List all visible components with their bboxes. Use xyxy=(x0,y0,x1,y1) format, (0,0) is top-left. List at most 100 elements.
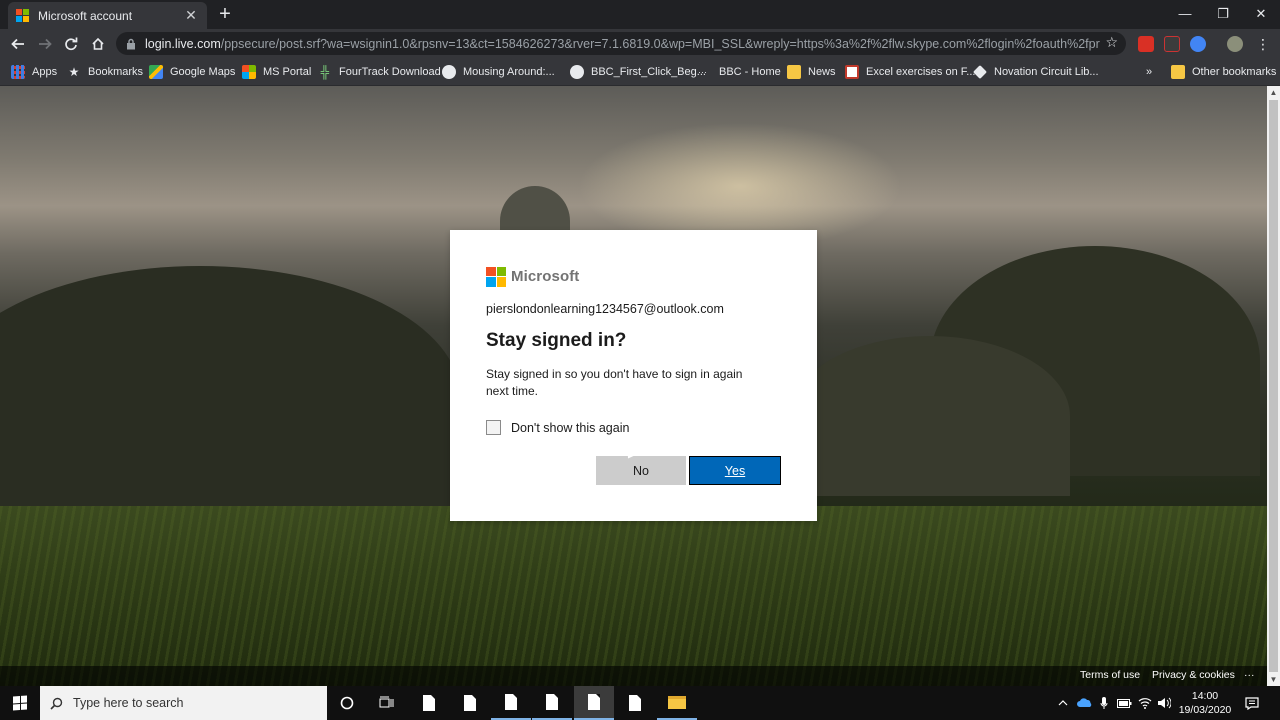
tab-close-icon[interactable]: ✕ xyxy=(183,7,199,24)
footer-more-icon[interactable]: ··· xyxy=(1244,669,1255,681)
no-button[interactable]: No xyxy=(596,456,686,485)
pdf-extension-icon[interactable] xyxy=(1164,36,1180,52)
new-tab-button[interactable]: + xyxy=(214,3,236,25)
microsoft-logo-icon xyxy=(16,8,30,23)
dialog-title: Stay signed in? xyxy=(486,330,627,351)
folder-icon xyxy=(668,695,686,709)
onedrive-icon[interactable] xyxy=(1077,686,1093,720)
battery-icon[interactable] xyxy=(1117,686,1132,720)
stay-signed-in-dialog: Microsoft pierslondonlearning1234567@out… xyxy=(450,230,817,521)
brand-name: Microsoft xyxy=(511,268,580,285)
forward-button[interactable] xyxy=(34,33,56,55)
volume-icon[interactable] xyxy=(1157,686,1171,720)
reload-icon xyxy=(65,37,78,51)
document-icon xyxy=(423,695,435,711)
scrollbar-thumb[interactable] xyxy=(1269,100,1278,672)
document-icon xyxy=(464,695,476,711)
zoom-extension-icon[interactable] xyxy=(1190,36,1206,52)
dont-show-again-checkbox[interactable] xyxy=(486,420,501,435)
page-scrollbar[interactable]: ▲ ▼ xyxy=(1267,86,1280,686)
excel-site-icon xyxy=(845,64,859,79)
bookmark-apps[interactable]: Apps xyxy=(11,58,57,85)
globe-icon xyxy=(570,64,584,79)
task-view-button[interactable] xyxy=(367,686,407,720)
wifi-icon[interactable] xyxy=(1138,686,1152,720)
document-icon xyxy=(546,694,558,710)
back-button[interactable] xyxy=(7,33,29,55)
privacy-cookies-link[interactable]: Privacy & cookies xyxy=(1152,669,1235,681)
taskbar-app-document-6[interactable] xyxy=(615,686,655,720)
page-footer: Terms of use Privacy & cookies ··· xyxy=(0,666,1267,686)
taskbar-app-document-5-active[interactable] xyxy=(574,686,614,720)
profile-avatar[interactable] xyxy=(1227,36,1243,52)
clock-time: 14:00 xyxy=(1191,690,1219,702)
url-path: /ppsecure/post.srf?wa=wsignin1.0&rpsnv=1… xyxy=(220,36,1100,51)
clock-date: 19/03/2020 xyxy=(1178,704,1232,716)
taskbar-file-explorer[interactable] xyxy=(657,686,697,720)
search-placeholder: Type here to search xyxy=(73,696,184,710)
bookmark-novation-circuit[interactable]: Novation Circuit Lib... xyxy=(973,58,1099,85)
screen: Microsoft account ✕ + — ❐ ✕ login.live.c… xyxy=(0,0,1280,720)
url-text: login.live.com/ppsecure/post.srf?wa=wsig… xyxy=(145,37,1100,51)
taskbar-search-box[interactable]: Type here to search xyxy=(40,686,327,720)
show-hidden-icons-button[interactable] xyxy=(1058,686,1072,720)
dialog-buttons: No Yes xyxy=(596,456,781,485)
windows-taskbar: Type here to search 14:00 19/03/2020 xyxy=(0,686,1280,720)
scroll-up-arrow-icon[interactable]: ▲ xyxy=(1267,86,1280,99)
cortana-button[interactable] xyxy=(327,686,367,720)
globe-icon xyxy=(442,64,456,79)
bookmark-bookmarks[interactable]: ★ Bookmarks xyxy=(67,58,143,85)
document-icon xyxy=(588,694,600,710)
folder-icon xyxy=(787,64,801,79)
bookmarks-bar: Apps ★ Bookmarks Google Maps MS Portal ╬ F… xyxy=(0,58,1280,86)
back-arrow-icon xyxy=(11,38,24,50)
yes-button[interactable]: Yes xyxy=(689,456,781,485)
document-icon xyxy=(629,695,641,711)
browser-toolbar: login.live.com/ppsecure/post.srf?wa=wsig… xyxy=(0,29,1280,58)
bookmark-ms-portal[interactable]: MS Portal xyxy=(242,58,311,85)
tab-microsoft-account[interactable]: Microsoft account ✕ xyxy=(8,2,207,29)
browser-menu-icon[interactable]: ⋮ xyxy=(1252,33,1274,55)
maximize-button[interactable]: ❐ xyxy=(1204,0,1242,29)
address-bar[interactable]: login.live.com/ppsecure/post.srf?wa=wsig… xyxy=(116,32,1126,55)
start-button[interactable] xyxy=(0,686,40,720)
bookmark-news[interactable]: News xyxy=(787,58,836,85)
bookmark-fourtrack-download[interactable]: ╬ FourTrack Download xyxy=(318,58,441,85)
taskbar-app-document-4[interactable] xyxy=(532,686,572,720)
dont-show-again-option[interactable]: Don't show this again xyxy=(486,420,781,435)
home-button[interactable] xyxy=(87,33,109,55)
microphone-icon[interactable] xyxy=(1100,686,1108,720)
bookmark-google-maps[interactable]: Google Maps xyxy=(149,58,235,85)
star-icon: ★ xyxy=(68,64,80,79)
close-window-button[interactable]: ✕ xyxy=(1242,0,1280,29)
bookmarks-overflow-button[interactable]: » xyxy=(1146,58,1152,85)
dialog-description: Stay signed in so you don't have to sign… xyxy=(486,367,743,398)
forward-arrow-icon xyxy=(39,38,52,50)
bookmark-bbc-first-click[interactable]: BBC_First_Click_Beg... xyxy=(570,58,706,85)
taskbar-app-document-2[interactable] xyxy=(450,686,490,720)
reload-button[interactable] xyxy=(60,33,82,55)
gmail-extension-icon[interactable] xyxy=(1138,36,1154,52)
bookmark-other-bookmarks[interactable]: Other bookmarks xyxy=(1171,58,1276,85)
scroll-down-arrow-icon[interactable]: ▼ xyxy=(1267,673,1280,686)
minimize-button[interactable]: — xyxy=(1166,0,1204,29)
bookmark-bbc-home[interactable]: ··· BBC - Home xyxy=(698,58,781,85)
search-icon xyxy=(50,697,63,710)
account-identity: pierslondonlearning1234567@outlook.com xyxy=(486,302,724,316)
terms-of-use-link[interactable]: Terms of use xyxy=(1080,669,1140,681)
taskbar-app-document-1[interactable] xyxy=(409,686,449,720)
taskbar-app-document-3[interactable] xyxy=(491,686,531,720)
chevron-up-icon xyxy=(1058,700,1068,706)
lock-icon xyxy=(126,38,136,50)
microsoft-logo-icon xyxy=(486,266,506,287)
taskbar-clock[interactable]: 14:00 19/03/2020 xyxy=(1170,689,1240,717)
tab-title: Microsoft account xyxy=(38,8,133,23)
bookmark-star-icon[interactable]: ☆ xyxy=(1105,34,1118,51)
bookmark-excel-exercises[interactable]: Excel exercises on F... xyxy=(845,58,975,85)
bookmark-mousing-around[interactable]: Mousing Around:... xyxy=(442,58,555,85)
document-icon xyxy=(505,694,517,710)
url-host: login.live.com xyxy=(145,36,221,51)
google-maps-icon xyxy=(149,64,163,79)
dont-show-again-label[interactable]: Don't show this again xyxy=(511,421,629,435)
action-center-icon[interactable] xyxy=(1245,686,1259,720)
